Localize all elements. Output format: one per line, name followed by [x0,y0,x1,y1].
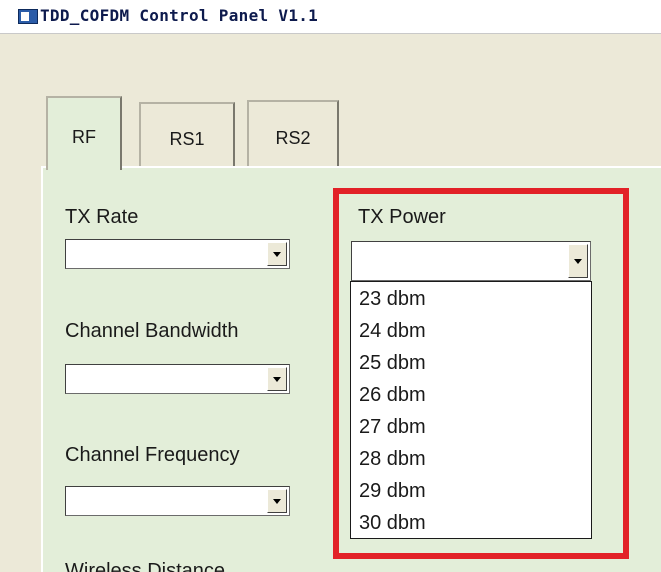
tx-rate-select[interactable] [65,239,290,269]
tx-power-option[interactable]: 25 dbm [359,352,426,375]
tab-rs1-label: RS1 [169,128,205,149]
app-icon [18,9,38,24]
chevron-down-icon [273,251,281,257]
tx-power-option[interactable]: 30 dbm [359,512,426,535]
tx-rate-dropdown-button[interactable] [267,242,287,266]
tx-power-option[interactable]: 29 dbm [359,480,426,503]
chevron-down-icon [273,498,281,504]
channel-frequency-select[interactable] [65,486,290,516]
tx-power-dropdown-button[interactable] [568,244,588,278]
channel-bandwidth-label: Channel Bandwidth [65,320,239,342]
tx-power-option[interactable]: 27 dbm [359,416,426,439]
tx-power-option[interactable]: 24 dbm [359,320,426,343]
window-title: TDD_COFDM Control Panel V1.1 [40,6,319,25]
title-bar[interactable]: TDD_COFDM Control Panel V1.1 [0,0,661,34]
channel-bandwidth-dropdown-button[interactable] [267,367,287,391]
tab-rf[interactable]: RF [46,96,122,170]
tx-power-option[interactable]: 28 dbm [359,448,426,471]
tx-power-select[interactable] [351,241,591,281]
chevron-down-icon [574,258,582,264]
wireless-distance-label: Wireless Distance [65,560,226,572]
tx-rate-label: TX Rate [65,206,139,228]
tab-rs2-label: RS2 [275,127,311,148]
channel-bandwidth-select[interactable] [65,364,290,394]
tx-power-option[interactable]: 26 dbm [359,384,426,407]
tab-rs2[interactable]: RS2 [247,100,339,168]
tx-power-dropdown-list: 23 dbm 24 dbm 25 dbm 26 dbm 27 dbm 28 db… [350,281,592,539]
tab-rf-label: RF [72,126,96,147]
tx-power-option[interactable]: 23 dbm [359,288,426,311]
tx-power-label: TX Power [358,206,446,228]
chevron-down-icon [273,376,281,382]
channel-frequency-label: Channel Frequency [65,444,240,466]
tab-rs1[interactable]: RS1 [139,102,235,168]
channel-frequency-dropdown-button[interactable] [267,489,287,513]
app-window: TDD_COFDM Control Panel V1.1 RF RS1 RS2 … [0,0,661,572]
